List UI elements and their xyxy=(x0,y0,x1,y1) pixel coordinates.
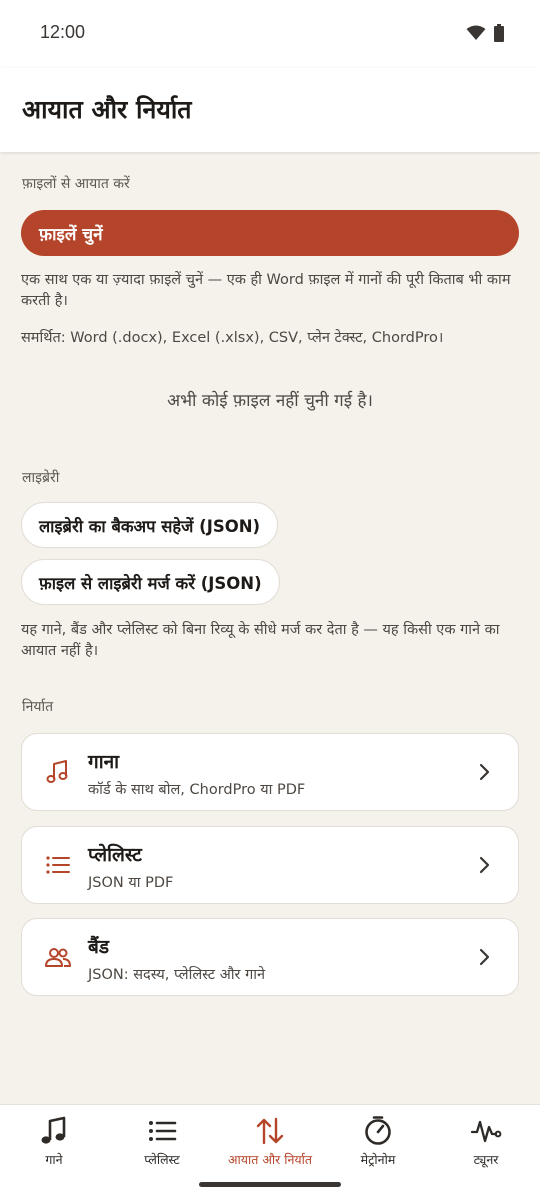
merge-library-button[interactable]: फ़ाइल से लाइब्रेरी मर्ज करें (JSON) xyxy=(21,559,280,605)
export-band-title: बैंड xyxy=(88,936,110,958)
status-icons xyxy=(466,24,504,42)
backup-library-button[interactable]: लाइब्रेरी का बैकअप सहेजें (JSON) xyxy=(21,502,279,548)
chevron-right-icon xyxy=(479,763,490,781)
choose-files-button[interactable]: फ़ाइलें चुनें xyxy=(21,210,519,256)
metronome-icon xyxy=(365,1116,391,1145)
export-song-card[interactable]: गाना कॉर्ड के साथ बोल, ChordPro या PDF xyxy=(21,733,519,811)
export-playlist-subtitle: JSON या PDF xyxy=(88,875,174,891)
tuner-icon xyxy=(470,1120,502,1143)
people-icon xyxy=(45,948,71,967)
export-song-title: गाना xyxy=(88,751,120,773)
page-title: आयात और निर्यात xyxy=(22,95,192,124)
chevron-right-icon xyxy=(479,856,490,874)
music-note-icon xyxy=(46,760,68,783)
nav-label-tuner: ट्यूनर xyxy=(473,1152,499,1167)
nav-label-import-export: आयात और निर्यात xyxy=(227,1152,313,1167)
wifi-icon xyxy=(466,25,486,40)
export-song-subtitle: कॉर्ड के साथ बोल, ChordPro या PDF xyxy=(88,782,306,798)
nav-item-playlists[interactable]: प्लेलिस्ट xyxy=(108,1105,216,1183)
battery-icon xyxy=(494,24,504,42)
supported-formats-text: समर्थित: Word (.docx), Excel (.xlsx), CS… xyxy=(21,330,444,346)
library-section-label: लाइब्रेरी xyxy=(22,470,60,486)
nav-item-import-export[interactable]: आयात और निर्यात xyxy=(216,1105,324,1183)
export-playlist-title: प्लेलिस्ट xyxy=(88,844,142,866)
import-section-label: फ़ाइलों से आयात करें xyxy=(22,176,130,192)
import-export-icon xyxy=(256,1117,284,1145)
nav-label-songs: गाने xyxy=(45,1152,63,1167)
nav-item-songs[interactable]: गाने xyxy=(0,1105,108,1183)
list-icon xyxy=(46,856,70,874)
list-icon xyxy=(149,1121,177,1141)
import-help-text: एक साथ एक या ज़्यादा फ़ाइलें चुनें — एक … xyxy=(21,272,511,309)
choose-files-label: फ़ाइलें चुनें xyxy=(39,224,103,245)
app-bar: आयात और निर्यात xyxy=(0,68,540,152)
status-time: 12:00 xyxy=(40,22,86,42)
nav-label-playlists: प्लेलिस्ट xyxy=(144,1152,180,1167)
library-help-text: यह गाने, बैंड और प्लेलिस्ट को बिना रिव्य… xyxy=(21,622,500,659)
nav-label-metronome: मेट्रोनोम xyxy=(360,1152,396,1167)
empty-state-text: अभी कोई फ़ाइल नहीं चुनी गई है। xyxy=(167,391,373,411)
backup-library-label: लाइब्रेरी का बैकअप सहेजें (JSON) xyxy=(39,516,261,536)
merge-library-label: फ़ाइल से लाइब्रेरी मर्ज करें (JSON) xyxy=(39,573,262,593)
chevron-right-icon xyxy=(479,948,490,966)
export-playlist-card[interactable]: प्लेलिस्ट JSON या PDF xyxy=(21,826,519,904)
export-band-card[interactable]: बैंड JSON: सदस्य, प्लेलिस्ट और गाने xyxy=(21,918,519,996)
nav-item-metronome[interactable]: मेट्रोनोम xyxy=(324,1105,432,1183)
status-bar: 12:00 xyxy=(0,0,540,68)
music-note-icon xyxy=(41,1116,66,1144)
home-indicator xyxy=(199,1182,341,1187)
export-section-label: निर्यात xyxy=(22,699,54,715)
nav-item-tuner[interactable]: ट्यूनर xyxy=(432,1105,540,1183)
export-band-subtitle: JSON: सदस्य, प्लेलिस्ट और गाने xyxy=(88,967,266,983)
